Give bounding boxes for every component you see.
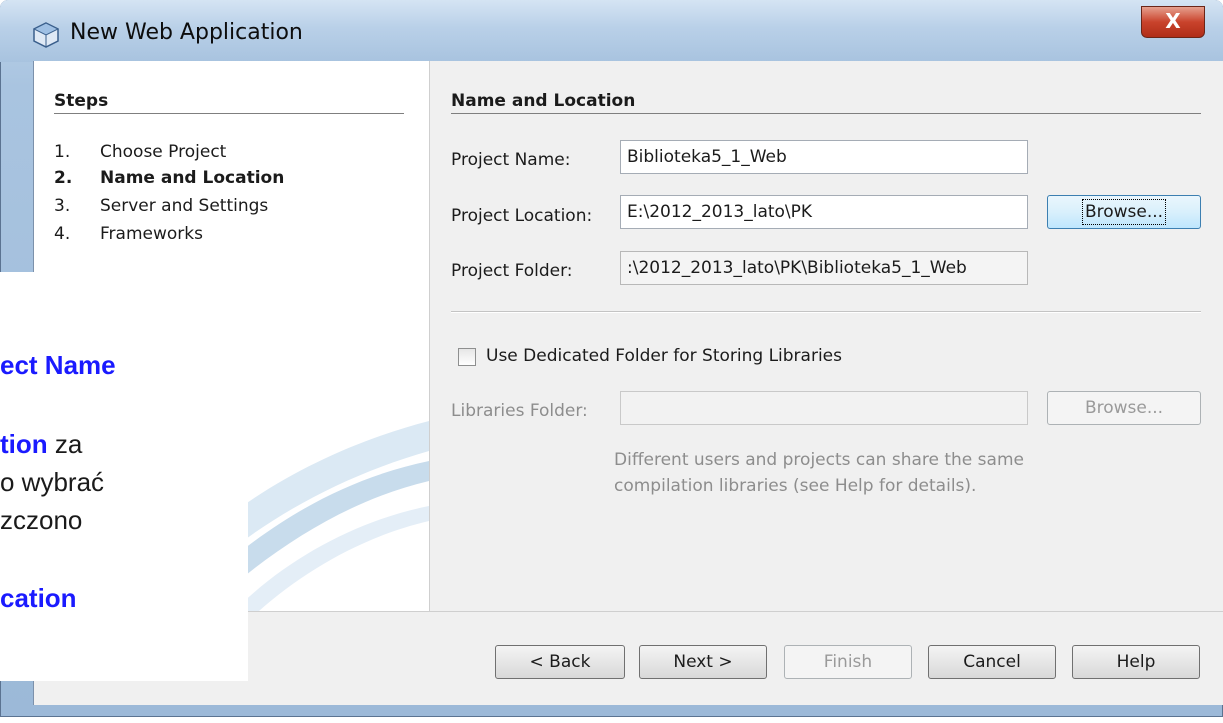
libraries-description: Different users and projects can share t… <box>614 450 1024 496</box>
annotation-line: tion za <box>0 429 83 459</box>
close-icon: X <box>1165 9 1181 33</box>
back-button[interactable]: < Back <box>495 645 625 679</box>
annotation-line: o wybrać <box>0 467 105 497</box>
section-title: Name and Location <box>451 91 636 111</box>
project-name-label: Project Name: <box>451 150 571 170</box>
cancel-button[interactable]: Cancel <box>928 645 1056 679</box>
project-location-label: Project Location: <box>451 206 593 226</box>
dedicated-folder-checkbox[interactable] <box>458 348 476 366</box>
step-item: 1. Choose Project <box>54 142 227 162</box>
title-bar[interactable]: New Web Application X <box>0 0 1223 62</box>
close-button[interactable]: X <box>1141 6 1205 38</box>
annotation-project-location: cation <box>0 583 77 613</box>
steps-divider <box>54 113 404 114</box>
step-item: 3. Server and Settings <box>54 196 269 216</box>
project-folder-label: Project Folder: <box>451 261 573 281</box>
finish-button[interactable]: Finish <box>784 645 912 679</box>
step-item: 4. Frameworks <box>54 224 203 244</box>
next-button[interactable]: Next > <box>639 645 767 679</box>
libraries-folder-input[interactable] <box>620 391 1028 425</box>
step-item-current: 2. Name and Location <box>54 168 285 188</box>
dedicated-folder-label[interactable]: Use Dedicated Folder for Storing Librari… <box>486 346 842 366</box>
section-divider <box>451 113 1201 114</box>
browse-libraries-button[interactable]: Browse... <box>1047 391 1201 425</box>
steps-heading: Steps <box>54 91 109 111</box>
annotation-project-name: ect Name <box>0 350 116 380</box>
project-name-input[interactable]: Biblioteka5_1_Web <box>620 140 1028 174</box>
project-folder-field[interactable]: :\2012_2013_lato\PK\Biblioteka5_1_Web <box>620 251 1028 285</box>
section-separator <box>451 311 1201 312</box>
slide-annotation-panel: ect Name tion za o wybrać zczono cation <box>0 272 248 681</box>
window-title: New Web Application <box>70 20 303 45</box>
browse-location-button[interactable]: Browse... <box>1047 195 1201 229</box>
annotation-line: zczono <box>0 505 83 535</box>
project-location-input[interactable]: E:\2012_2013_lato\PK <box>620 195 1028 229</box>
libraries-folder-label: Libraries Folder: <box>451 401 588 421</box>
netbeans-project-icon <box>33 22 59 48</box>
help-button[interactable]: Help <box>1072 645 1200 679</box>
